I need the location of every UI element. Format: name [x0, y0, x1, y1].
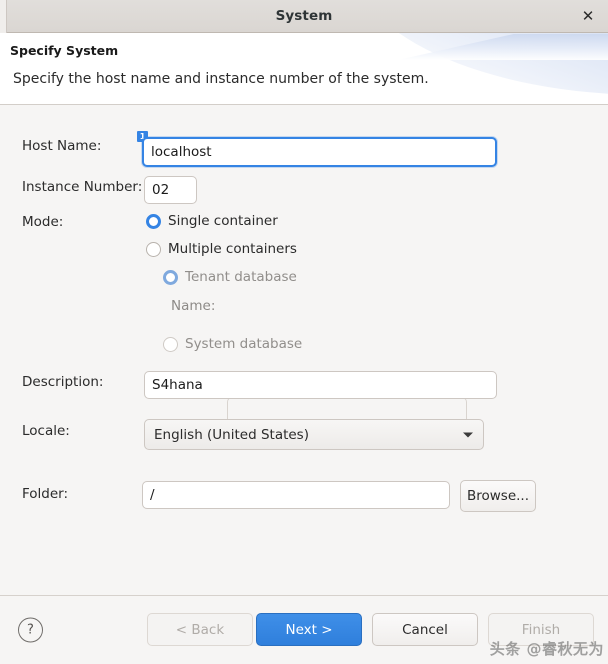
page-title: Specify System [10, 43, 118, 58]
instance-number-label-row: Instance Number: [22, 179, 142, 195]
description-label: Description: [22, 374, 103, 390]
radio-tenant-database-label: Tenant database [185, 269, 297, 285]
radio-single-container[interactable]: Single container [146, 213, 278, 229]
locale-label: Locale: [22, 423, 70, 439]
folder-label-row: Folder: [22, 486, 68, 502]
radio-single-container-indicator-icon[interactable] [146, 214, 161, 229]
page-subtitle: Specify the host name and instance numbe… [13, 71, 429, 87]
window-title: System [276, 8, 333, 24]
tenant-name-label-row: Name: [171, 298, 215, 314]
radio-tenant-database-indicator-icon [163, 270, 178, 285]
cancel-button[interactable]: Cancel [372, 613, 478, 646]
radio-system-database-indicator-icon [163, 337, 178, 352]
folder-label: Folder: [22, 486, 68, 502]
chevron-down-icon[interactable] [463, 432, 473, 437]
host-name-label-row: Host Name: [22, 138, 101, 154]
instance-number-label: Instance Number: [22, 179, 142, 195]
titlebar-left-notch [0, 0, 7, 33]
next-button[interactable]: Next > [256, 613, 362, 646]
system-dialog-window: System ✕ Specify System Specify the host… [0, 0, 608, 664]
browse-button[interactable]: Browse... [460, 480, 536, 512]
dialog-footer: ? < Back Next > Cancel Finish 头条 @睿秋无为 [0, 595, 608, 663]
locale-select[interactable]: English (United States) [144, 419, 484, 450]
radio-multiple-containers-indicator-icon[interactable] [146, 242, 161, 257]
description-input[interactable] [144, 371, 497, 399]
radio-multiple-containers[interactable]: Multiple containers [146, 241, 297, 257]
mode-label: Mode: [22, 214, 63, 230]
radio-system-database: System database [163, 336, 302, 352]
description-label-row: Description: [22, 374, 103, 390]
close-icon[interactable]: ✕ [577, 5, 599, 27]
mode-label-row: Mode: [22, 214, 63, 230]
dialog-content: Host Name: 1 Instance Number: Mode: Sing… [0, 105, 608, 595]
instance-number-input[interactable] [144, 176, 197, 204]
help-icon[interactable]: ? [18, 617, 43, 642]
radio-tenant-database: Tenant database [163, 269, 297, 285]
locale-selected-value: English (United States) [154, 427, 309, 443]
host-name-label: Host Name: [22, 138, 101, 154]
radio-multiple-containers-label: Multiple containers [168, 241, 297, 257]
titlebar: System ✕ [0, 0, 608, 33]
host-name-input[interactable] [142, 137, 497, 167]
locale-label-row: Locale: [22, 423, 70, 439]
dialog-header: Specify System Specify the host name and… [0, 33, 608, 105]
radio-single-container-label: Single container [168, 213, 278, 229]
back-button[interactable]: < Back [147, 613, 253, 646]
folder-input[interactable] [142, 481, 450, 509]
tenant-name-label: Name: [171, 298, 215, 314]
radio-system-database-label: System database [185, 336, 302, 352]
finish-button[interactable]: Finish [488, 613, 594, 646]
